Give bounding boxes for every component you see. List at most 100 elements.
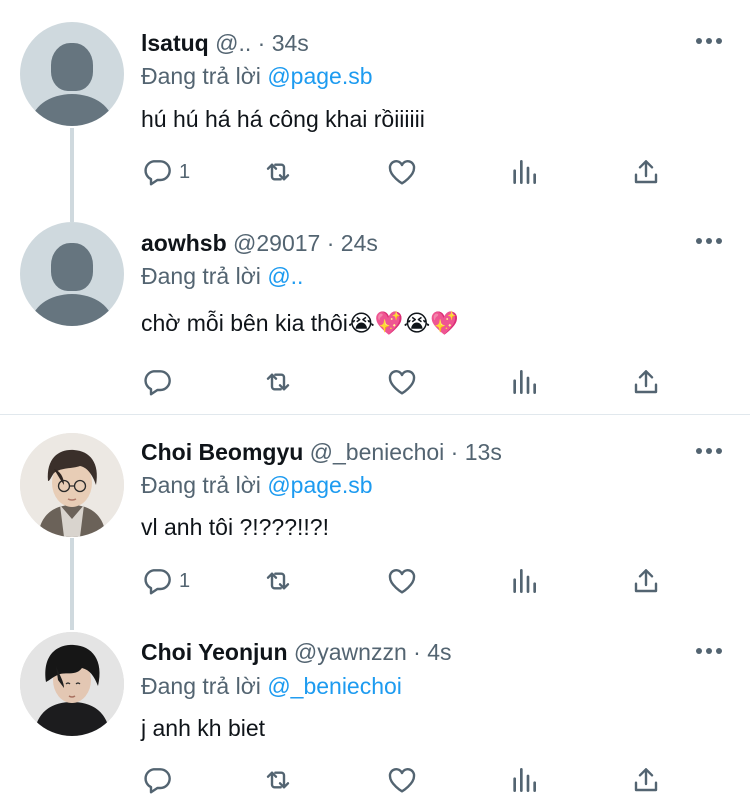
replying-to: Đang trả lời @.. bbox=[141, 263, 303, 290]
replying-to: Đang trả lời @_beniechoi bbox=[141, 673, 402, 700]
retweet-button[interactable] bbox=[262, 563, 294, 599]
tweet-actions: 1 bbox=[0, 563, 750, 603]
mention-link[interactable]: @_beniechoi bbox=[267, 673, 402, 699]
reply-icon bbox=[144, 569, 171, 595]
tweet[interactable]: Choi Beomgyu @_beniechoi · 13s Đang trả … bbox=[0, 415, 750, 620]
more-icon[interactable] bbox=[696, 38, 722, 46]
retweet-icon bbox=[266, 572, 290, 590]
photo-avatar[interactable] bbox=[20, 433, 124, 537]
views-icon bbox=[513, 370, 536, 394]
views-button[interactable] bbox=[508, 154, 540, 190]
reply-count: 1 bbox=[179, 160, 191, 183]
author-handle[interactable]: @_beniechoi bbox=[310, 439, 445, 465]
retweet-icon bbox=[266, 373, 290, 391]
views-button[interactable] bbox=[508, 364, 540, 400]
timestamp[interactable]: 4s bbox=[427, 639, 451, 665]
tweet-header: Choi Beomgyu @_beniechoi · 13s bbox=[141, 439, 502, 466]
reply-icon bbox=[144, 370, 171, 396]
author-name[interactable]: aowhsb bbox=[141, 230, 227, 256]
avatar-head bbox=[51, 243, 93, 291]
heart-icon bbox=[388, 370, 416, 395]
share-icon bbox=[634, 160, 658, 184]
mention-link[interactable]: @page.sb bbox=[267, 472, 372, 498]
reply-button[interactable] bbox=[141, 762, 179, 798]
tweet-header: aowhsb @29017 · 24s bbox=[141, 230, 378, 257]
retweet-button[interactable] bbox=[262, 154, 294, 190]
timestamp[interactable]: 24s bbox=[341, 230, 378, 256]
author-name[interactable]: Choi Beomgyu bbox=[141, 439, 303, 465]
author-handle[interactable]: @29017 bbox=[233, 230, 320, 256]
views-icon bbox=[513, 160, 536, 184]
share-icon bbox=[634, 370, 658, 394]
tweet-header: Choi Yeonjun @yawnzzn · 4s bbox=[141, 639, 452, 666]
like-button[interactable] bbox=[386, 762, 418, 798]
tweet-header: lsatuq @.. · 34s bbox=[141, 30, 309, 57]
profile-photo bbox=[20, 433, 124, 537]
retweet-button[interactable] bbox=[262, 762, 294, 798]
share-icon bbox=[634, 768, 658, 792]
heart-icon bbox=[388, 768, 416, 793]
tweet-text: hú hú há há công khai rồiiiiii bbox=[141, 106, 425, 132]
tweet-text: chờ mỗi bên kia thôi😭💖😭💖 bbox=[141, 310, 459, 336]
profile-photo bbox=[20, 632, 124, 736]
more-icon[interactable] bbox=[696, 448, 722, 456]
retweet-icon bbox=[266, 163, 290, 181]
heart-icon bbox=[388, 569, 416, 594]
author-handle[interactable]: @yawnzzn bbox=[294, 639, 407, 665]
more-icon[interactable] bbox=[696, 648, 722, 656]
replying-to-label: Đang trả lời bbox=[141, 263, 261, 289]
default-avatar[interactable] bbox=[20, 222, 124, 326]
share-button[interactable] bbox=[630, 563, 662, 599]
views-button[interactable] bbox=[508, 762, 540, 798]
share-button[interactable] bbox=[630, 154, 662, 190]
avatar-head bbox=[51, 43, 93, 91]
timestamp[interactable]: 13s bbox=[465, 439, 502, 465]
tweet-text: vl anh tôi ?!???!!?! bbox=[141, 514, 329, 540]
reply-icon bbox=[144, 768, 171, 794]
author-name[interactable]: lsatuq bbox=[141, 30, 209, 56]
tweet[interactable]: Choi Yeonjun @yawnzzn · 4s Đang trả lời … bbox=[0, 620, 750, 811]
reply-button[interactable] bbox=[141, 364, 179, 400]
reply-icon bbox=[144, 160, 171, 186]
photo-avatar[interactable] bbox=[20, 632, 124, 736]
share-icon bbox=[634, 569, 658, 593]
like-button[interactable] bbox=[386, 154, 418, 190]
reply-count: 1 bbox=[179, 569, 191, 592]
reply-button[interactable]: 1 bbox=[141, 563, 190, 599]
separator-dot: · bbox=[450, 439, 459, 465]
mention-link[interactable]: @.. bbox=[267, 263, 303, 289]
replying-to-label: Đang trả lời bbox=[141, 63, 261, 89]
replying-to: Đang trả lời @page.sb bbox=[141, 472, 373, 499]
default-avatar[interactable] bbox=[20, 22, 124, 126]
views-icon bbox=[513, 569, 536, 593]
tweet-actions: 1 bbox=[0, 154, 750, 194]
tweet[interactable]: lsatuq @.. · 34s Đang trả lời @page.sb h… bbox=[0, 0, 750, 210]
replying-to-label: Đang trả lời bbox=[141, 673, 261, 699]
more-icon[interactable] bbox=[696, 238, 722, 246]
tweet-actions bbox=[0, 364, 750, 404]
tweet[interactable]: aowhsb @29017 · 24s Đang trả lời @.. chờ… bbox=[0, 210, 750, 414]
share-button[interactable] bbox=[630, 364, 662, 400]
separator-dot: · bbox=[257, 30, 266, 56]
like-button[interactable] bbox=[386, 563, 418, 599]
views-icon bbox=[513, 768, 536, 792]
separator-dot: · bbox=[326, 230, 335, 256]
replying-to: Đang trả lời @page.sb bbox=[141, 63, 373, 90]
separator-dot: · bbox=[413, 639, 421, 665]
author-name[interactable]: Choi Yeonjun bbox=[141, 639, 288, 665]
like-button[interactable] bbox=[386, 364, 418, 400]
share-button[interactable] bbox=[630, 762, 662, 798]
timestamp[interactable]: 34s bbox=[272, 30, 309, 56]
retweet-button[interactable] bbox=[262, 364, 294, 400]
reply-button[interactable]: 1 bbox=[141, 154, 190, 190]
mention-link[interactable]: @page.sb bbox=[267, 63, 372, 89]
tweet-actions bbox=[0, 762, 750, 802]
avatar-body bbox=[31, 94, 113, 126]
heart-icon bbox=[388, 160, 416, 185]
author-handle[interactable]: @.. bbox=[215, 30, 251, 56]
replying-to-label: Đang trả lời bbox=[141, 472, 261, 498]
retweet-icon bbox=[266, 771, 290, 789]
avatar-body bbox=[31, 294, 113, 326]
tweet-text: j anh kh biet bbox=[141, 715, 266, 741]
views-button[interactable] bbox=[508, 563, 540, 599]
